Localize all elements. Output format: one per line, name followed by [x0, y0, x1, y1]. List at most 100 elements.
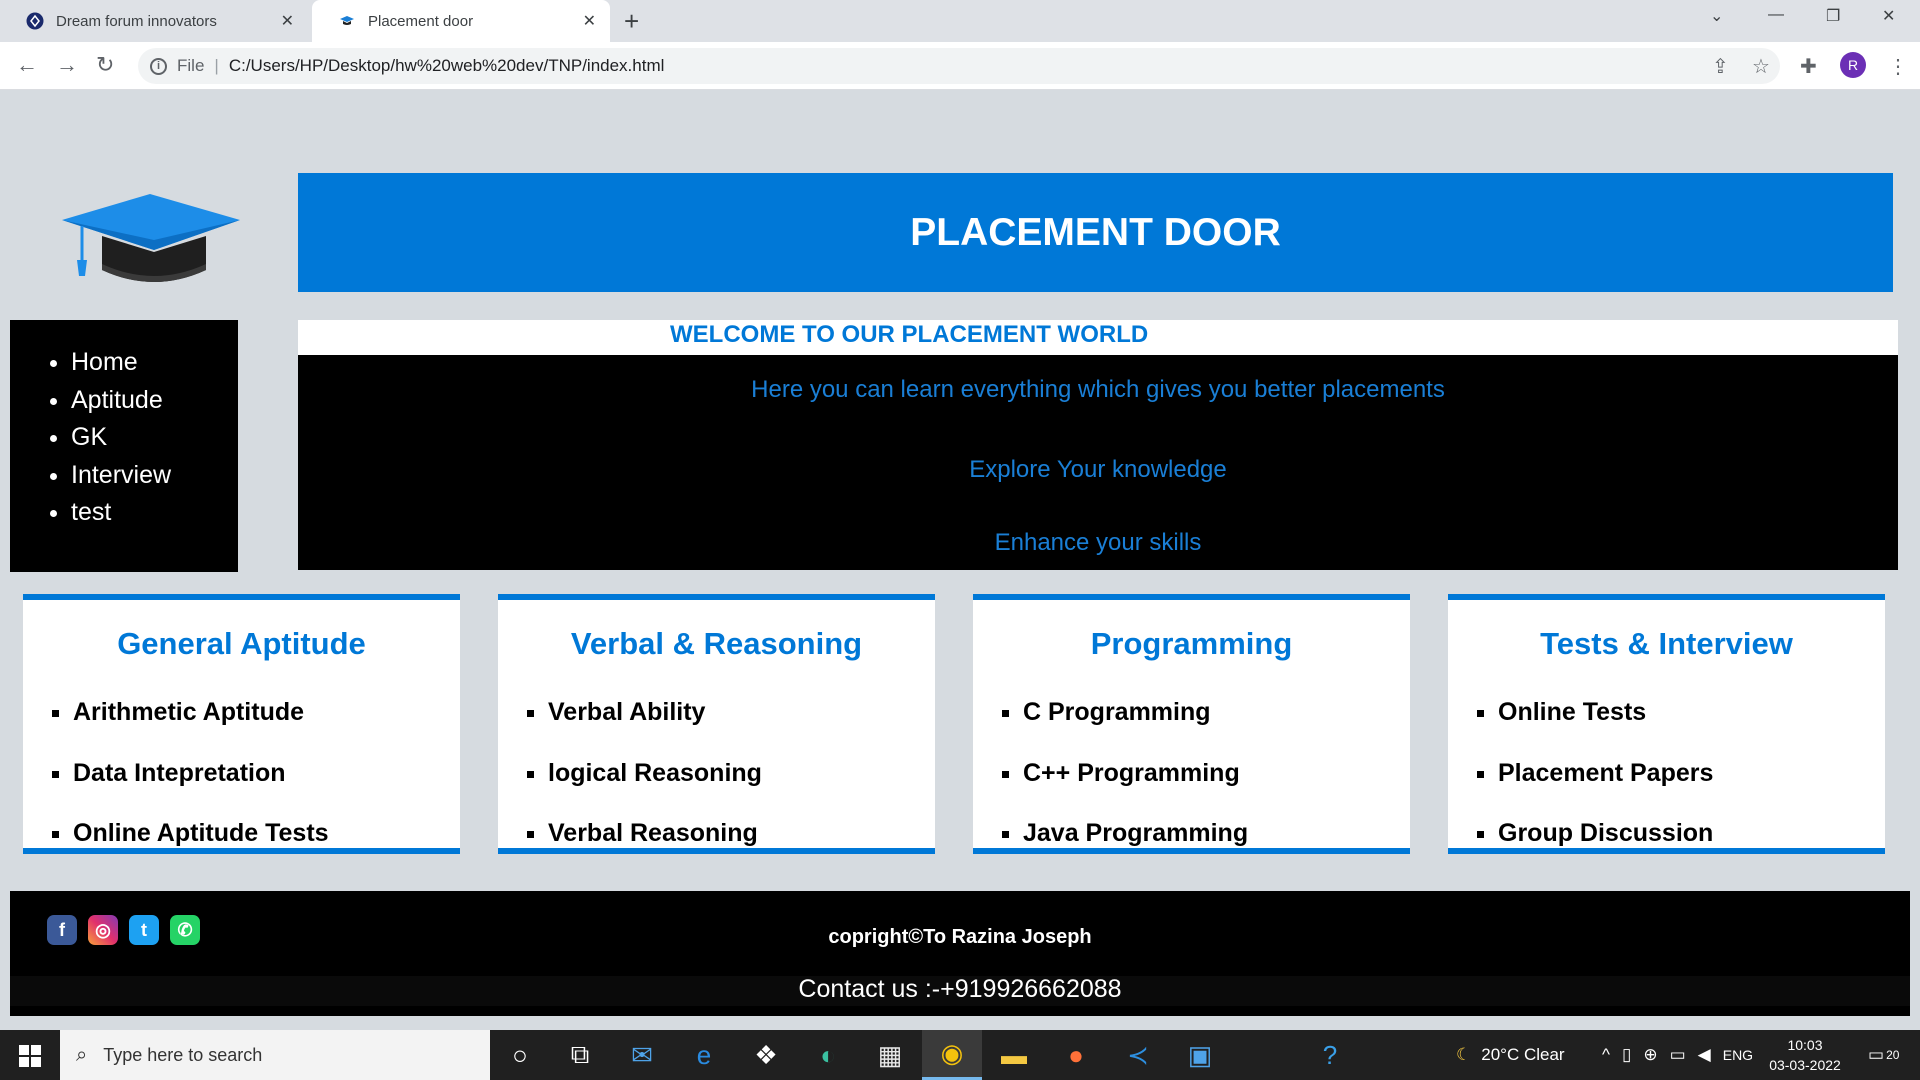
- tab-title: Dream forum innovators: [56, 12, 217, 30]
- network-globe-icon[interactable]: ⊕: [1643, 1045, 1657, 1065]
- site-footer: f ◎ t ✆ copright©To Razina Joseph Contac…: [10, 891, 1910, 1016]
- card-item[interactable]: Java Programming: [1023, 803, 1410, 864]
- battery-saver-icon[interactable]: ▯: [1622, 1045, 1631, 1065]
- forward-arrow-icon[interactable]: →: [56, 52, 78, 78]
- share-icon[interactable]: ⇪: [1712, 54, 1729, 79]
- card-item[interactable]: C Programming: [1023, 682, 1410, 743]
- card-tests-interview: Tests & Interview Online Tests Placement…: [1448, 594, 1885, 854]
- site-title: PLACEMENT DOOR: [910, 210, 1281, 254]
- cortana-icon[interactable]: ○: [490, 1030, 550, 1080]
- clock-date: 03-03-2022: [1769, 1057, 1841, 1073]
- internet-explorer-icon[interactable]: e: [674, 1030, 734, 1080]
- site-info-icon[interactable]: i: [150, 57, 167, 75]
- firefox-icon[interactable]: ●: [1046, 1030, 1106, 1080]
- photos-icon[interactable]: ▣: [1170, 1030, 1230, 1080]
- search-icon: ⌕: [76, 1043, 88, 1066]
- graduation-cap-logo: [58, 190, 244, 290]
- welcome-heading: WELCOME TO OUR PLACEMENT WORLD: [670, 321, 1149, 348]
- extensions-puzzle-icon[interactable]: ✚: [1800, 54, 1817, 79]
- hero-line: Explore Your knowledge: [969, 456, 1227, 483]
- copyright-text: copright©To Razina Joseph: [828, 926, 1092, 948]
- store-icon[interactable]: ▦: [860, 1030, 920, 1080]
- hero-line: Enhance your skills: [994, 529, 1202, 556]
- volume-icon[interactable]: ◀: [1698, 1045, 1711, 1065]
- site-banner: PLACEMENT DOOR: [298, 173, 1893, 292]
- tab-title: Placement door: [368, 12, 474, 30]
- battery-icon[interactable]: ▭: [1670, 1045, 1686, 1065]
- close-tab-icon[interactable]: ✕: [281, 11, 294, 31]
- card-item[interactable]: Data Intepretation: [73, 743, 460, 804]
- card-verbal-reasoning: Verbal & Reasoning Verbal Ability logica…: [498, 594, 935, 854]
- close-tab-icon[interactable]: ✕: [583, 11, 596, 31]
- card-item[interactable]: Online Aptitude Tests: [73, 803, 460, 864]
- language-indicator[interactable]: ENG: [1723, 1047, 1753, 1063]
- card-title: Tests & Interview: [1540, 626, 1793, 661]
- taskbar-search[interactable]: ⌕ Type here to search: [60, 1030, 490, 1080]
- restore-icon[interactable]: ❐: [1826, 6, 1840, 26]
- back-arrow-icon[interactable]: ←: [16, 52, 38, 78]
- card-item[interactable]: Arithmetic Aptitude: [73, 682, 460, 743]
- address-url: C:/Users/HP/Desktop/hw%20web%20dev/TNP/i…: [228, 56, 665, 75]
- card-item[interactable]: Online Tests: [1498, 682, 1885, 743]
- new-tab-plus-icon[interactable]: +: [624, 6, 639, 37]
- card-title: General Aptitude: [117, 626, 366, 661]
- card-item[interactable]: Placement Papers: [1498, 743, 1885, 804]
- chrome-icon[interactable]: ◉: [922, 1030, 982, 1080]
- clock[interactable]: 10:03 03-03-2022: [1760, 1035, 1850, 1075]
- card-item[interactable]: Group Discussion: [1498, 803, 1885, 864]
- dropbox-icon[interactable]: ❖: [736, 1030, 796, 1080]
- tab-search-chevron-icon[interactable]: ⌄: [1710, 6, 1723, 26]
- card-programming: Programming C Programming C++ Programmin…: [973, 594, 1410, 854]
- tab-dream-forum[interactable]: Dream forum innovators ✕: [0, 0, 308, 42]
- notifications-button[interactable]: ▭ 20: [1868, 1030, 1899, 1080]
- file-explorer-icon[interactable]: ▬: [984, 1030, 1044, 1080]
- tray-chevron-up-icon[interactable]: ^: [1602, 1045, 1610, 1065]
- tab-placement-door[interactable]: Placement door ✕: [312, 0, 610, 42]
- contact-text: Contact us :-+919926662088: [798, 975, 1122, 1003]
- hero-section: Here you can learn everything which give…: [298, 355, 1898, 570]
- windows-start-icon[interactable]: [19, 1045, 41, 1067]
- profile-avatar[interactable]: R: [1840, 52, 1866, 78]
- address-scheme: File: [177, 56, 205, 75]
- notification-count: 20: [1886, 1048, 1900, 1062]
- minimize-icon[interactable]: —: [1768, 6, 1784, 24]
- graduation-cap-favicon-icon: [338, 12, 356, 30]
- card-item[interactable]: Verbal Reasoning: [548, 803, 935, 864]
- nav-item-interview[interactable]: Interview: [71, 457, 238, 495]
- nav-item-test[interactable]: test: [71, 494, 238, 532]
- dream-forum-favicon-icon: [26, 12, 44, 30]
- card-item[interactable]: logical Reasoning: [548, 743, 935, 804]
- card-title: Programming: [1090, 626, 1293, 661]
- browser-tab-strip: Dream forum innovators ✕ Placement door …: [0, 0, 1920, 42]
- windows-taskbar: ⌕ Type here to search ○ ⧉ ✉ e ❖ ◐ ▦ ◉ ▬ …: [0, 1030, 1920, 1080]
- category-cards: General Aptitude Arithmetic Aptitude Dat…: [23, 594, 1887, 854]
- hero-line: Here you can learn everything which give…: [751, 376, 1445, 403]
- mail-icon[interactable]: ✉: [612, 1030, 672, 1080]
- nav-item-home[interactable]: Home: [71, 344, 238, 382]
- clock-time: 10:03: [1787, 1037, 1823, 1053]
- weather-text: 20°C Clear: [1481, 1045, 1565, 1064]
- address-separator: |: [214, 56, 219, 75]
- search-placeholder: Type here to search: [103, 1044, 263, 1065]
- system-tray: ^ ▯ ⊕ ▭ ◀ ENG: [1602, 1030, 1753, 1080]
- weather-widget[interactable]: ☾ 20°C Clear: [1456, 1030, 1565, 1080]
- close-window-icon[interactable]: ✕: [1882, 6, 1895, 26]
- browser-toolbar: ← → ↻ i File | C:/Users/HP/Desktop/hw%20…: [0, 42, 1920, 90]
- notification-icon: ▭: [1868, 1045, 1885, 1064]
- card-item[interactable]: Verbal Ability: [548, 682, 935, 743]
- address-bar[interactable]: i File | C:/Users/HP/Desktop/hw%20web%20…: [138, 48, 1780, 84]
- reload-icon[interactable]: ↻: [96, 52, 114, 78]
- menu-kebab-icon[interactable]: ⋮: [1888, 54, 1908, 79]
- nav-item-aptitude[interactable]: Aptitude: [71, 382, 238, 420]
- moon-icon: ☾: [1456, 1045, 1472, 1064]
- task-view-icon[interactable]: ⧉: [550, 1030, 610, 1080]
- card-title: Verbal & Reasoning: [570, 626, 863, 661]
- card-general-aptitude: General Aptitude Arithmetic Aptitude Dat…: [23, 594, 460, 854]
- bookmark-star-icon[interactable]: ☆: [1752, 54, 1770, 79]
- vscode-icon[interactable]: ≺: [1108, 1030, 1168, 1080]
- edge-icon[interactable]: ◐: [798, 1030, 858, 1080]
- side-navigation: Home Aptitude GK Interview test: [10, 320, 238, 572]
- card-item[interactable]: C++ Programming: [1023, 743, 1410, 804]
- help-icon[interactable]: ?: [1300, 1030, 1360, 1080]
- nav-item-gk[interactable]: GK: [71, 419, 238, 457]
